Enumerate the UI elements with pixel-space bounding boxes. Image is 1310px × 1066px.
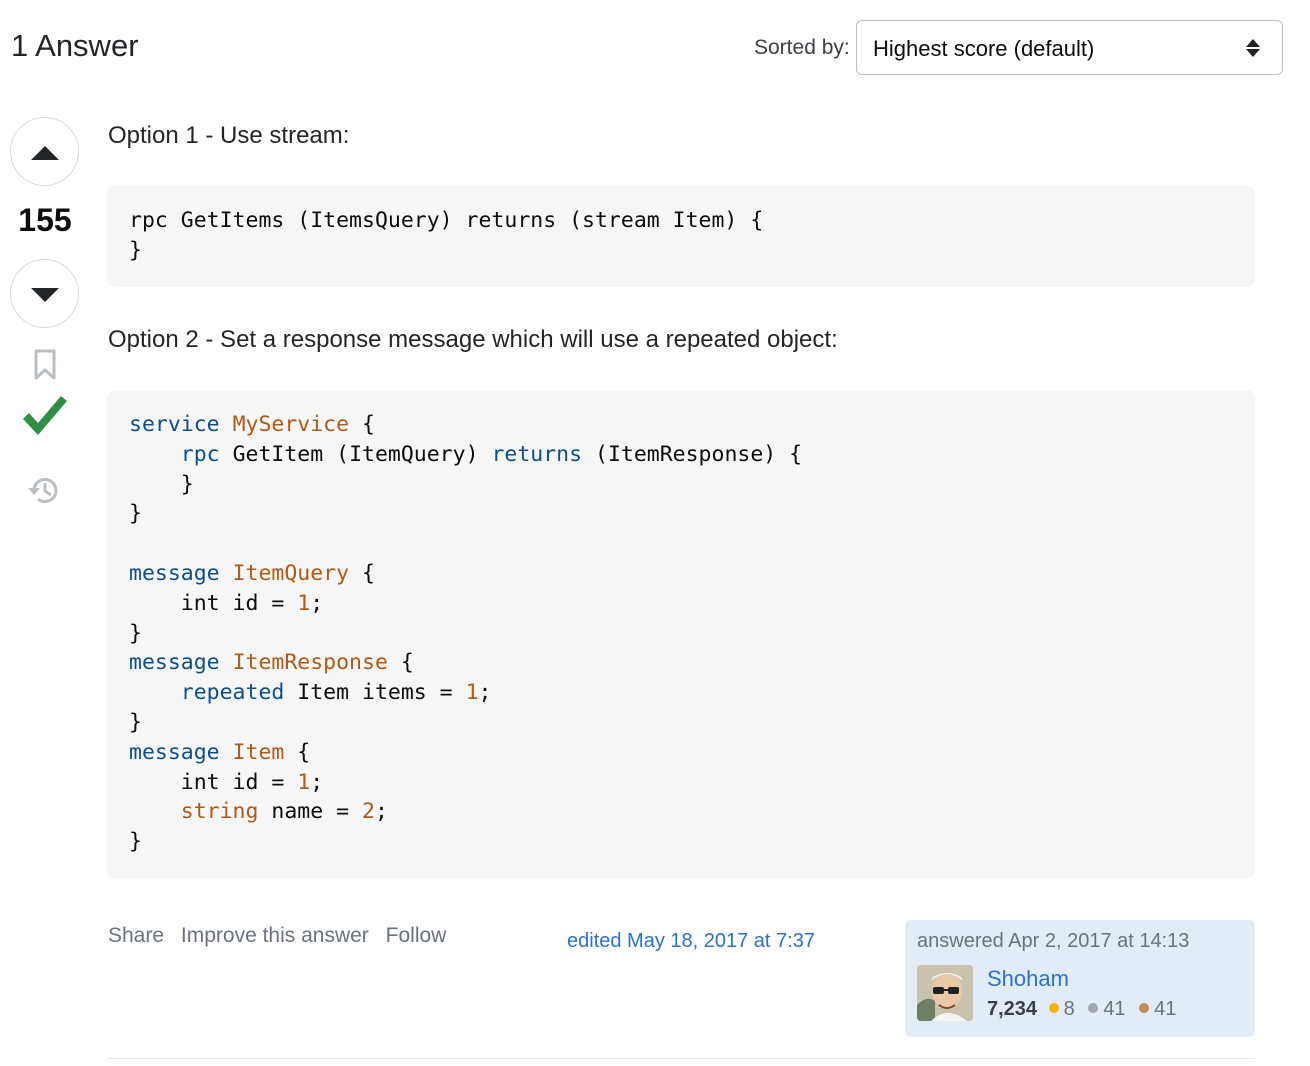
code-block-repeated: service MyService { rpc GetItem (ItemQue… [107,390,1255,878]
sort-arrows-icon [1246,37,1260,59]
code-token: name = [258,799,363,825]
code-token: { [349,412,375,437]
code-token: GetItem (ItemQuery) [219,441,492,467]
option1-text: Option 1 - Use stream: [108,122,350,149]
code-token: ItemQuery [232,560,350,586]
code-token: message [129,739,220,765]
code-token: returns [491,441,583,467]
code-line: int id = 1; [129,768,1233,798]
bronze-badges: 41 [1139,998,1176,1021]
code-line: string name = 2; [129,797,1233,827]
user-avatar[interactable] [917,965,973,1021]
arrow-down-icon [31,288,59,302]
silver-badge-count: 41 [1103,998,1126,1020]
sort-label: Sorted by: [754,36,850,59]
gold-badge-count: 8 [1063,998,1075,1020]
silver-badges: 41 [1088,998,1126,1021]
code-token: Item items = [284,680,466,706]
code-token: 2 [362,799,375,825]
code-token: } [129,829,142,855]
user-card: answered Apr 2, 2017 at 14:13 Shoham 7,2… [905,920,1255,1037]
code-line: } [129,619,1233,649]
share-link[interactable]: Share [108,924,164,947]
code-token: repeated [180,680,285,706]
answers-count: 1 Answer [11,28,139,63]
code-line: } [129,827,1233,857]
divider [107,1058,1255,1059]
code-token: { [284,739,311,765]
code-line: message ItemResponse { [129,648,1233,678]
answered-timestamp: answered Apr 2, 2017 at 14:13 [917,930,1190,952]
code-line: message Item { [129,738,1233,768]
code-token: } [129,709,142,735]
reputation-score: 7,234 [987,998,1038,1020]
code-block-stream: rpc GetItems (ItemsQuery) returns (strea… [107,186,1255,287]
bookmark-icon[interactable] [31,348,59,382]
bronze-badge-icon [1139,1003,1150,1013]
user-reputation-row: 7,234 8 41 41 [987,998,1184,1021]
silver-badge-icon [1088,1003,1099,1013]
code-token: string [180,799,259,825]
code-token: { [387,650,414,676]
code-token: } [129,501,142,527]
code-line: } [129,499,1233,529]
code-line: } [129,237,142,263]
sort-select-value: Highest score (default) [873,36,1095,61]
code-token: 1 [297,590,311,616]
post-menu: Share Improve this answer Follow [108,924,457,948]
code-token: service [129,412,220,437]
answers-header: 1 Answer Sorted by: Highest score (defau… [0,0,1310,96]
code-line: repeated Item items = 1; [129,678,1233,708]
gold-badges: 8 [1048,998,1075,1021]
code-token: } [129,620,142,646]
option2-text: Option 2 - Set a response message which … [108,326,838,353]
user-name-link[interactable]: Shoham [987,966,1069,992]
code-token: rpc [180,441,220,467]
follow-link[interactable]: Follow [386,924,447,947]
code-token: int id = [129,590,298,616]
code-token: ; [374,799,388,825]
sort-select[interactable]: Highest score (default) [856,20,1283,75]
code-line: } [129,470,1233,500]
code-token: 1 [297,769,311,795]
code-line: int id = 1; [129,589,1233,619]
code-line: rpc GetItems (ItemsQuery) returns (strea… [129,208,764,233]
edited-link[interactable]: edited May 18, 2017 at 7:37 [567,930,815,953]
vote-count: 155 [18,202,72,238]
code-token: (ItemResponse) { [582,441,803,467]
arrow-up-icon [31,146,59,160]
code-token: ; [478,680,492,706]
code-token: MyService [232,412,350,437]
downvote-button[interactable] [10,259,79,328]
code-token: ItemResponse [232,650,388,676]
code-token: } [129,471,194,497]
code-line: } [129,708,1233,738]
code-token: ; [310,590,324,616]
bronze-badge-count: 41 [1154,998,1177,1020]
code-token: 1 [465,680,479,706]
code-token: { [349,560,375,586]
code-token: message [129,650,220,676]
code-token: ; [310,769,324,795]
code-token: int id = [129,769,298,795]
improve-answer-link[interactable]: Improve this answer [181,924,369,947]
code-line: rpc GetItem (ItemQuery) returns (ItemRes… [129,440,1233,470]
code-line: service MyService { [129,410,1233,440]
code-token: Item [232,739,285,765]
upvote-button[interactable] [10,117,79,186]
history-icon[interactable] [26,472,62,508]
code-line: message ItemQuery { [129,559,1233,589]
code-token: message [129,560,220,586]
accepted-check-icon [23,396,67,435]
gold-badge-icon [1048,1003,1059,1013]
